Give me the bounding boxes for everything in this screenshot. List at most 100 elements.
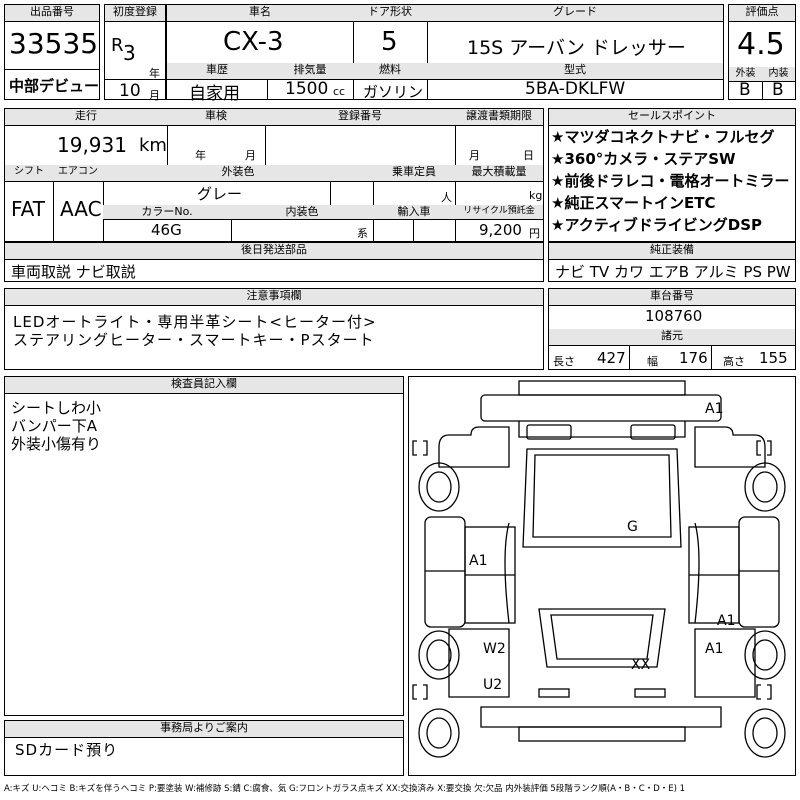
grade: 15S アーバン ドレッサー xyxy=(467,37,686,59)
notes-box: 注意事項欄 LEDオートライト・専用半革シート<ヒーター付> ステアリングヒータ… xyxy=(4,288,544,370)
interior-color-unit: 系 xyxy=(357,227,368,240)
damage-mark: G xyxy=(627,519,638,535)
fuel-label: 燃料 xyxy=(353,63,428,80)
reg-year: 3 xyxy=(123,41,136,65)
market-name: 中部デビュー xyxy=(9,77,100,95)
sales-point-item: ★前後ドラレコ・電格オートミラー xyxy=(551,172,790,190)
score-label: 評価点 xyxy=(729,5,795,22)
color-no: 46G xyxy=(151,221,182,239)
car-diagram xyxy=(412,380,786,758)
office-text: SDカード預り xyxy=(15,741,119,759)
lot-box: 出品番号 33535 中部デビュー xyxy=(4,4,100,100)
insp-year-unit: 年 xyxy=(195,149,206,162)
damage-mark: U2 xyxy=(483,677,503,693)
sales-point-item: ★純正スマートインETC xyxy=(551,194,716,212)
delivery-label: 後日発送部品 xyxy=(5,243,543,260)
month-unit: 月 xyxy=(149,89,160,102)
damage-mark: A1 xyxy=(705,401,724,417)
height-value: 155 xyxy=(759,349,788,367)
inspector-box: 検査員記入欄 シートしわ小 バンパー下A 外装小傷有り xyxy=(4,376,404,716)
door-count: 5 xyxy=(381,27,398,57)
shift: FAT xyxy=(11,197,46,221)
transfer-month-unit: 月 xyxy=(469,149,480,162)
shift-label: シフト xyxy=(5,165,54,182)
damage-mark: XX xyxy=(631,657,651,673)
recycle-fee: 9,200 xyxy=(479,221,522,239)
exterior-grade: B xyxy=(739,80,751,100)
chassis-number: 108760 xyxy=(645,307,703,325)
delivery-box: 後日発送部品 車両取説 ナビ取説 xyxy=(4,242,544,282)
inspector-label: 検査員記入欄 xyxy=(5,377,403,394)
inspection-label: 車検 xyxy=(167,109,266,126)
delivery-text: 車両取説 ナビ取説 xyxy=(11,263,136,281)
lot-label: 出品番号 xyxy=(5,5,99,22)
damage-mark: A1 xyxy=(717,613,736,629)
era-prefix: R xyxy=(111,35,124,56)
office-label: 事務局よりご案内 xyxy=(5,721,403,738)
fuel: ガソリン xyxy=(363,83,424,101)
first-reg-box: 初度登録 R 3 年 10 月 xyxy=(104,4,166,102)
notes-line: ステアリングヒーター・スマートキー・Pスタート xyxy=(13,331,375,349)
import-label: 輸入車 xyxy=(373,205,456,220)
ac: AAC xyxy=(60,197,102,221)
sales-points-box: セールスポイント ★マツダコネクトナビ・フルセグ ★360°カメラ・ステアSW … xyxy=(548,108,796,242)
reg-month: 10 xyxy=(119,81,141,101)
dimensions-label: 諸元 xyxy=(549,329,795,346)
spec-grid: 走行 車検 登録番号 譲渡書類期限 19,931 km 年 月 月 日 シフト … xyxy=(4,108,544,242)
first-reg-label: 初度登録 xyxy=(105,5,165,22)
damage-mark: A1 xyxy=(469,553,488,569)
office-box: 事務局よりご案内 SDカード預り xyxy=(4,720,404,776)
mileage-unit: km xyxy=(139,135,167,156)
mileage-label: 走行 xyxy=(5,109,168,126)
history-label: 車歴 xyxy=(167,63,268,80)
model-code: 5BA-DKLFW xyxy=(525,79,626,99)
main-info-box: 車名 ドア形状 グレード CX-3 5 15S アーバン ドレッサー 車歴 排気… xyxy=(166,4,724,104)
reg-number-label: 登録番号 xyxy=(265,109,456,126)
length-label: 長さ xyxy=(553,355,575,368)
model-label: 型式 xyxy=(427,63,723,80)
notes-label: 注意事項欄 xyxy=(5,289,543,306)
sales-point-item: ★マツダコネクトナビ・フルセグ xyxy=(551,128,775,146)
recycle-unit: 円 xyxy=(529,227,540,240)
exterior-color: グレー xyxy=(197,185,243,203)
height-label: 高さ xyxy=(723,355,745,368)
grade-label: グレード xyxy=(427,5,723,22)
car-diagram-box: A1 G A1 A1 A1 W2 XX U2 xyxy=(408,376,796,776)
transfer-label: 譲渡書類期限 xyxy=(455,109,543,126)
history: 自家用 xyxy=(189,84,240,104)
legend-text: A:キズ U:ヘコミ B:キズを伴うヘコミ P:要塗装 W:補修跡 S:錆 C:… xyxy=(4,784,686,794)
chassis-box: 車台番号 108760 諸元 長さ 427 幅 176 高さ 155 xyxy=(548,288,796,370)
load-label: 最大積載量 xyxy=(455,165,543,182)
interior-grade: B xyxy=(772,80,784,100)
width-value: 176 xyxy=(679,349,708,367)
damage-mark: W2 xyxy=(483,641,506,657)
inspector-line: 外装小傷有り xyxy=(11,435,102,453)
insp-month-unit: 月 xyxy=(245,149,256,162)
color-label: 外装色 xyxy=(103,165,374,182)
width-label: 幅 xyxy=(647,355,658,368)
score-box: 評価点 4.5 外装 内装 B B xyxy=(728,4,796,100)
recycle-label: リサイクル預託金 xyxy=(455,205,543,220)
mileage: 19,931 xyxy=(57,133,127,157)
transfer-day-unit: 日 xyxy=(523,149,534,162)
interior-color-label: 内装色 xyxy=(231,205,374,220)
chassis-label: 車台番号 xyxy=(549,289,795,306)
door-label: ドア形状 xyxy=(353,5,428,22)
capacity-unit: 人 xyxy=(441,191,452,204)
displacement: 1500 xyxy=(285,79,329,99)
equipment-box: 純正装備 ナビ TV カワ エアB アルミ PS PW xyxy=(548,242,796,282)
score-value: 4.5 xyxy=(737,27,785,62)
damage-mark: A1 xyxy=(705,641,724,657)
equipment-label: 純正装備 xyxy=(549,243,795,260)
length-value: 427 xyxy=(597,349,626,367)
car-name-label: 車名 xyxy=(167,5,354,22)
lot-number: 33535 xyxy=(9,27,99,60)
car-name: CX-3 xyxy=(223,27,284,57)
load-unit: kg xyxy=(529,189,543,202)
capacity-label: 乗車定員 xyxy=(373,165,456,182)
sales-point-item: ★アクティブドライビングDSP xyxy=(551,216,763,234)
displacement-unit: cc xyxy=(333,85,346,98)
equipment-text: ナビ TV カワ エアB アルミ PS PW xyxy=(555,263,791,281)
displacement-label: 排気量 xyxy=(267,63,354,80)
color-no-label: カラーNo. xyxy=(103,205,232,220)
